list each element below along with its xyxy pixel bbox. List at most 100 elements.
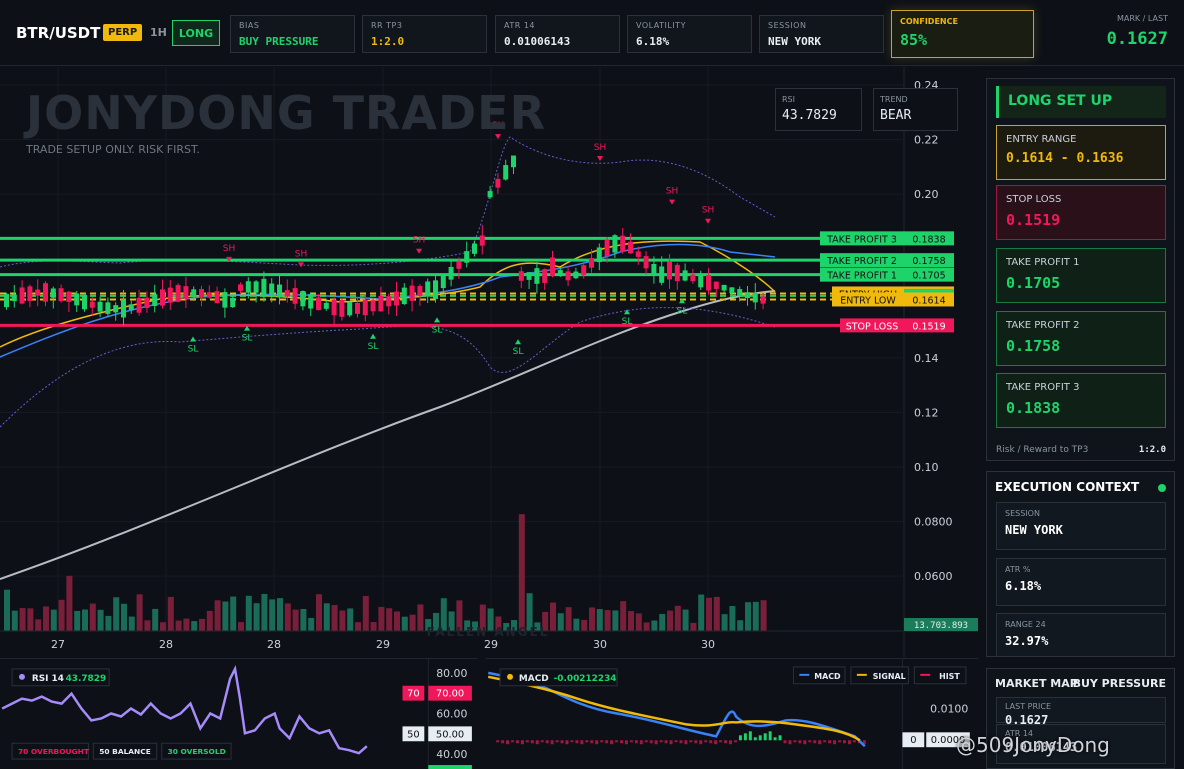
macd-hist-bar [724, 740, 728, 744]
candle-body [105, 302, 111, 314]
candle-body [323, 302, 329, 309]
candle-body [682, 270, 688, 281]
volume-bar [635, 613, 642, 631]
volume-bar [370, 622, 377, 631]
context-title: EXECUTION CONTEXT [995, 480, 1140, 494]
volume-bar [659, 613, 666, 631]
macd-hist-bar [679, 740, 683, 744]
macd-hist-bar [664, 740, 668, 744]
context-label: ATR % [1005, 565, 1031, 574]
time-tick: 28 [267, 638, 281, 651]
volume-bar [355, 622, 361, 631]
timeframe-label[interactable]: 1H [150, 26, 167, 39]
price-tick: 0.14 [914, 352, 939, 365]
volume-bar [269, 599, 276, 631]
take-profit-2-card[interactable]: TAKE PROFIT 2 0.1758 [996, 311, 1166, 366]
macd-hist-bar [763, 733, 767, 741]
macd-value: -0.00212234 [554, 674, 617, 684]
macd-hist-bar [610, 740, 614, 745]
volume-bar [277, 598, 283, 631]
volume-bar [11, 610, 18, 631]
volume-bar [331, 605, 338, 631]
macd-hist-bar [530, 740, 534, 744]
macd-hist-bar [838, 740, 842, 743]
volume-bar [74, 610, 81, 631]
candle-body [199, 288, 204, 298]
candle-body [308, 294, 314, 309]
author-credit: @509JonyDong [956, 733, 1110, 757]
candle-body [284, 290, 290, 297]
card-label: TAKE PROFIT 1 [1006, 257, 1080, 268]
entry-range-card[interactable]: ENTRY RANGE 0.1614 - 0.1636 [996, 125, 1166, 180]
macd-zero-tag-text: 0 [910, 735, 916, 746]
candle-body [409, 285, 415, 301]
macd-hist-bar [793, 740, 797, 743]
stat-label: ATR 14 [504, 21, 536, 30]
macd-hist-bar [808, 740, 812, 743]
macd-hist-bar [753, 737, 757, 741]
volume-bar [674, 605, 681, 631]
candle-body [82, 294, 87, 310]
macd-hist-bar [605, 740, 609, 744]
candle-body [550, 257, 555, 276]
macd-hist-bar [634, 740, 638, 744]
time-tick: 30 [701, 638, 715, 651]
candle-body [316, 297, 321, 311]
volume-bar [82, 609, 88, 631]
rsi-tick: 60.00 [436, 707, 467, 720]
macd-hist-bar [506, 740, 510, 745]
level-label: TAKE PROFIT 1 [826, 271, 897, 282]
candle-body [472, 243, 477, 254]
macd-hist-bar [748, 731, 752, 741]
volume-bar [183, 618, 190, 631]
candle-body [206, 292, 212, 298]
confidence-value: 85% [900, 31, 928, 49]
confidence-label: CONFIDENCE [900, 17, 958, 26]
swing-low-label: SL [432, 325, 443, 335]
volume-bar [667, 610, 673, 631]
candle-body [659, 266, 665, 283]
candle-body [573, 271, 579, 279]
volume-bar [136, 594, 143, 631]
candle-body [542, 269, 548, 283]
level-price: 0.1519 [912, 321, 945, 332]
volume-bar [339, 610, 346, 631]
swing-low-label: SL [513, 347, 524, 357]
volume-bar [292, 609, 299, 631]
last-price-label: LAST PRICE [1005, 702, 1052, 711]
macd-hist-bar [699, 740, 703, 745]
symbol-label[interactable]: BTR/USDT [16, 24, 100, 42]
macd-hist-bar [798, 740, 802, 744]
take-profit-1-card[interactable]: TAKE PROFIT 1 0.1705 [996, 248, 1166, 303]
candle-body [448, 266, 454, 280]
rsi-panel[interactable]: RSI 14 43.7829 80.00 60.00 40.00 70 70.0… [0, 658, 478, 769]
candle-body [628, 241, 633, 254]
rr-stat: RR TP3 1:2.0 [362, 15, 487, 53]
macd-panel[interactable]: MACD -0.00212234 MACD SIGNAL HIST 0.0100… [486, 658, 978, 769]
macd-hist-bar [847, 740, 851, 745]
macd-hist-bar [738, 735, 742, 741]
confidence-box: CONFIDENCE 85% [891, 10, 1034, 58]
macd-hist-bar [595, 740, 599, 745]
stop-loss-card[interactable]: STOP LOSS 0.1519 [996, 185, 1166, 240]
price-tick: 0.0600 [914, 570, 953, 583]
macd-hist-bar [501, 740, 505, 744]
candle-body [74, 293, 80, 306]
volume-bar [4, 589, 10, 631]
rsi-70-value: 70.00 [436, 689, 464, 700]
direction-badge: LONG [172, 20, 220, 46]
rsi-mini-value: 43.7829 [782, 108, 837, 123]
volume-bar [409, 614, 416, 631]
volume-bar [191, 621, 198, 631]
volume-bar [308, 617, 315, 631]
volume-bar [651, 620, 658, 631]
volume-bar [323, 603, 330, 631]
header-bar: BTR/USDT PERP 1H LONG BIAS BUY PRESSURE … [0, 0, 1184, 66]
volume-bar [596, 609, 603, 631]
macd-hist-bar [674, 740, 678, 743]
candle-body [511, 155, 516, 168]
fallen-angel-watermark: FALLEN ANGEL [427, 625, 550, 639]
take-profit-3-card[interactable]: TAKE PROFIT 3 0.1838 [996, 373, 1166, 428]
volume-bar [550, 602, 556, 631]
context-label: SESSION [1005, 509, 1040, 518]
